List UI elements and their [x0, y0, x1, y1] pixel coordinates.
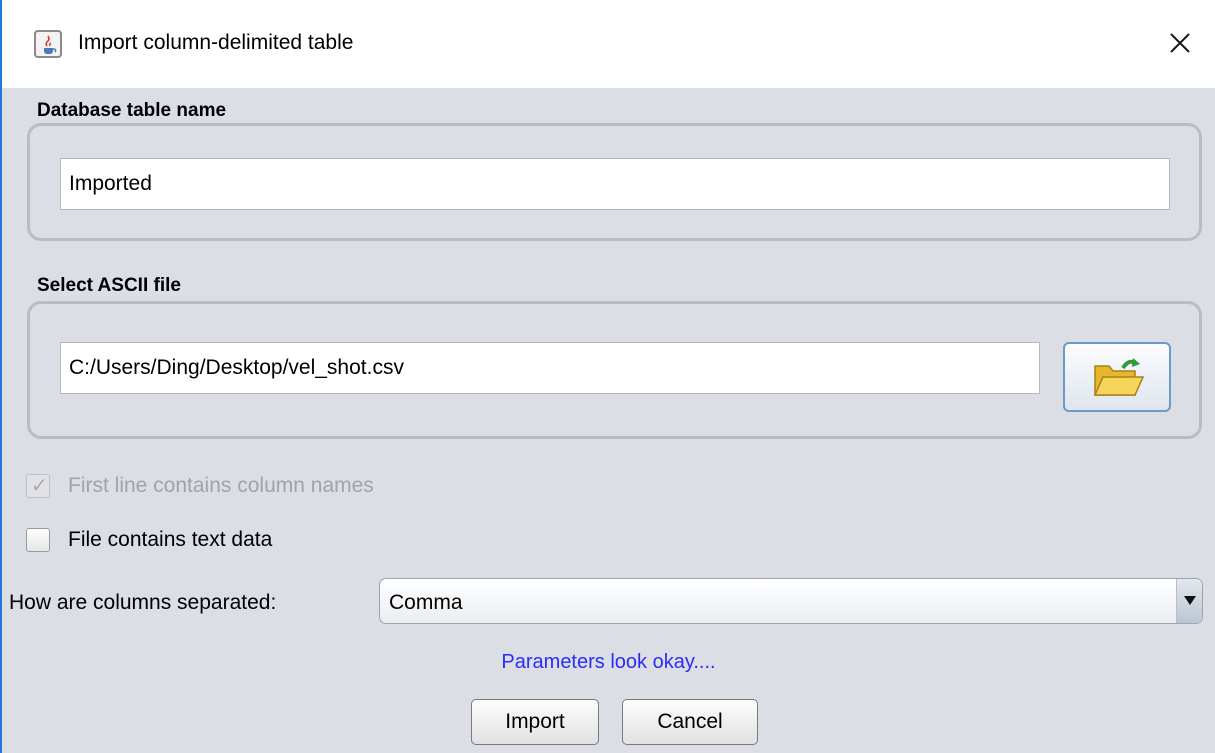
java-cup-icon	[34, 30, 62, 58]
separator-select[interactable]: Comma	[379, 578, 1203, 624]
file-group-label: Select ASCII file	[37, 275, 181, 296]
browse-file-button[interactable]	[1063, 342, 1171, 412]
table-name-input[interactable]	[60, 158, 1170, 210]
separator-label: How are columns separated:	[9, 591, 277, 614]
table-name-group-label: Database table name	[37, 100, 227, 121]
close-icon[interactable]	[1165, 28, 1195, 58]
text-data-label[interactable]: File contains text data	[68, 528, 272, 552]
status-message: Parameters look okay....	[501, 651, 716, 673]
open-folder-icon	[1093, 358, 1145, 396]
window-title: Import column-delimited table	[78, 31, 354, 54]
first-line-checkbox: ✓	[26, 474, 50, 498]
separator-selected-value: Comma	[389, 591, 463, 614]
checkmark-icon: ✓	[31, 475, 48, 497]
dropdown-arrow-button[interactable]	[1176, 579, 1202, 623]
title-bar: Import column-delimited table	[2, 0, 1215, 88]
text-data-checkbox[interactable]	[26, 528, 50, 552]
first-line-label: First line contains column names	[68, 474, 374, 497]
dialog-content: Database table name Select ASCII file ✓ …	[2, 88, 1215, 753]
cancel-button[interactable]: Cancel	[622, 699, 758, 745]
triangle-down-icon	[1184, 596, 1196, 605]
file-path-input[interactable]	[60, 342, 1040, 394]
import-button[interactable]: Import	[471, 699, 599, 745]
